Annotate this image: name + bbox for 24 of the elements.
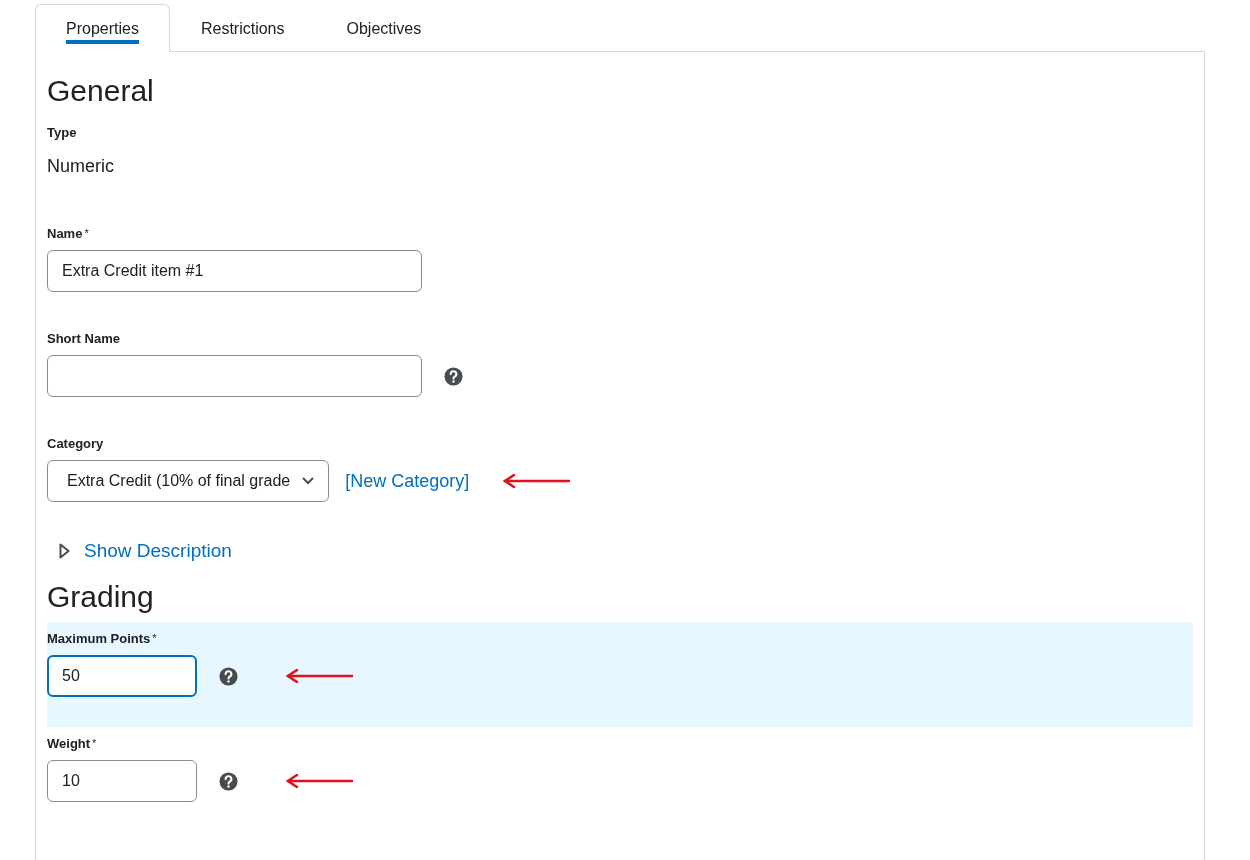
text-field[interactable] (47, 355, 422, 397)
section-heading: Grading (47, 579, 155, 615)
field-label: Weight* (47, 735, 98, 752)
tab[interactable]: Objectives (315, 4, 453, 52)
field-label: Type (47, 124, 78, 141)
type-value: Numeric (47, 155, 115, 177)
text-field[interactable]: 50 (47, 655, 197, 697)
field-label: Short Name (47, 330, 121, 347)
chevron-icon (302, 477, 315, 485)
field-label: Category (47, 435, 105, 452)
field-label: Maximum Points* (47, 630, 158, 647)
field-label: Name* (47, 225, 90, 242)
category-dropdown[interactable]: Extra Credit (10% of final grade (47, 460, 330, 502)
help-icon[interactable] (219, 771, 238, 791)
new-category-link[interactable]: [New Category] (345, 470, 470, 492)
text-field[interactable]: 10 (47, 760, 197, 802)
help-icon[interactable] (444, 366, 463, 386)
show-description-toggle[interactable]: Show Description (47, 540, 232, 562)
tab[interactable]: Properties (35, 4, 170, 52)
section-heading: General (47, 73, 155, 109)
help-icon[interactable] (219, 666, 238, 686)
tab[interactable]: Restrictions (169, 4, 316, 52)
triangle-icon (59, 543, 70, 559)
text-field[interactable]: Extra Credit item #1 (47, 250, 422, 292)
